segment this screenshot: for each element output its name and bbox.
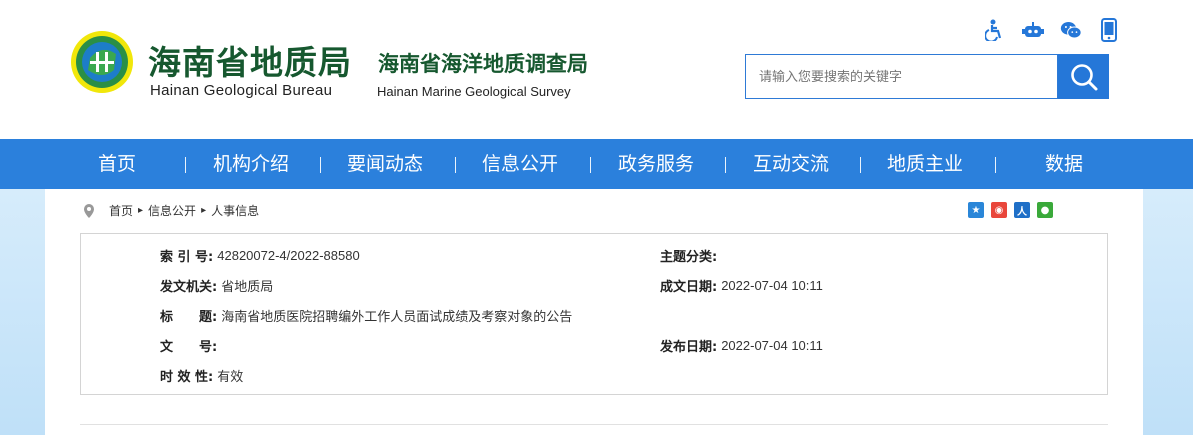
brand-name-en-secondary: Hainan Marine Geological Survey [377,84,571,99]
meta-title-value: 海南省地质医院招聘编外工作人员面试成绩及考察对象的公告 [221,310,573,325]
brand-name-cn: 海南省地质局 [148,43,352,82]
nav-separator [995,157,996,173]
meta-validity-row: 时 效 性: 有效 [160,366,243,385]
mobile-icon[interactable] [1098,18,1120,42]
breadcrumb-current[interactable]: 人事信息 [211,202,259,219]
weibo-icon[interactable]: ◉ [991,202,1007,218]
nav-item-interaction[interactable]: 互动交流 [753,139,829,189]
breadcrumb-home[interactable]: 首页 [109,202,133,219]
brand-name-cn-secondary: 海南省海洋地质调查局 [378,51,588,76]
main-nav: 首页 机构介绍 要闻动态 信息公开 政务服务 互动交流 地质主业 数据 [0,139,1193,189]
meta-created-label: 成文日期: [660,280,718,295]
meta-published-row: 发布日期: 2022-07-04 10:11 [660,336,823,355]
nav-item-home[interactable]: 首页 [98,139,136,189]
meta-docno-row: 文 号: [160,336,221,355]
meta-title-label: 标 题: [160,310,218,325]
page-background-left [0,189,45,435]
meta-published-label: 发布日期: [660,340,718,355]
breadcrumb: 首页 ▸ 信息公开 ▸ 人事信息 [82,202,259,219]
nav-separator [860,157,861,173]
nav-separator [590,157,591,173]
nav-separator [185,157,186,173]
nav-item-geology[interactable]: 地质主业 [887,139,963,189]
nav-separator [320,157,321,173]
share-bar: ★ ◉ 人 ● [968,202,1053,218]
nav-item-news[interactable]: 要闻动态 [347,139,423,189]
meta-issuer-label: 发文机关: [160,280,218,295]
breadcrumb-separator: ▸ [138,205,144,216]
header-tools [984,18,1120,42]
bureau-logo-icon[interactable] [70,30,134,94]
nav-item-about[interactable]: 机构介绍 [213,139,289,189]
meta-created-row: 成文日期: 2022-07-04 10:11 [660,276,823,295]
robot-icon[interactable] [1022,18,1044,42]
meta-topic-label: 主题分类: [660,250,718,265]
meta-index-value: 42820072-4/2022-88580 [217,248,360,263]
content-divider [80,424,1108,425]
page-background-right [1143,189,1193,435]
meta-index-row: 索 引 号: 42820072-4/2022-88580 [160,246,360,265]
nav-item-services[interactable]: 政务服务 [618,139,694,189]
nav-item-disclosure[interactable]: 信息公开 [482,139,558,189]
meta-validity-label: 时 效 性: [160,370,214,385]
nav-item-data[interactable]: 数据 [1045,139,1083,189]
meta-issuer-value: 省地质局 [221,280,274,295]
breadcrumb-separator: ▸ [201,205,207,216]
meta-validity-value: 有效 [217,370,244,385]
renren-icon[interactable]: 人 [1014,202,1030,218]
brand-name-en: Hainan Geological Bureau [150,82,333,99]
breadcrumb-disclosure[interactable]: 信息公开 [148,202,196,219]
meta-published-value: 2022-07-04 10:11 [721,338,823,353]
meta-created-value: 2022-07-04 10:11 [721,278,823,293]
meta-title-row: 标 题: 海南省地质医院招聘编外工作人员面试成绩及考察对象的公告 [160,306,572,325]
search-button[interactable] [1058,54,1109,99]
wechat-share-icon[interactable]: ● [1037,202,1053,218]
nav-separator [455,157,456,173]
site-header: 海南省地质局 海南省海洋地质调查局 Hainan Geological Bure… [0,0,1193,139]
wechat-icon[interactable] [1060,18,1082,42]
qzone-icon[interactable]: ★ [968,202,984,218]
meta-index-label: 索 引 号: [160,250,214,265]
location-pin-icon [84,203,94,218]
accessibility-icon[interactable] [984,18,1006,42]
nav-separator [725,157,726,173]
meta-topic-row: 主题分类: [660,246,721,265]
meta-docno-label: 文 号: [160,340,218,355]
search-input[interactable] [745,54,1058,99]
meta-issuer-row: 发文机关: 省地质局 [160,276,273,295]
search-icon [1070,63,1097,90]
